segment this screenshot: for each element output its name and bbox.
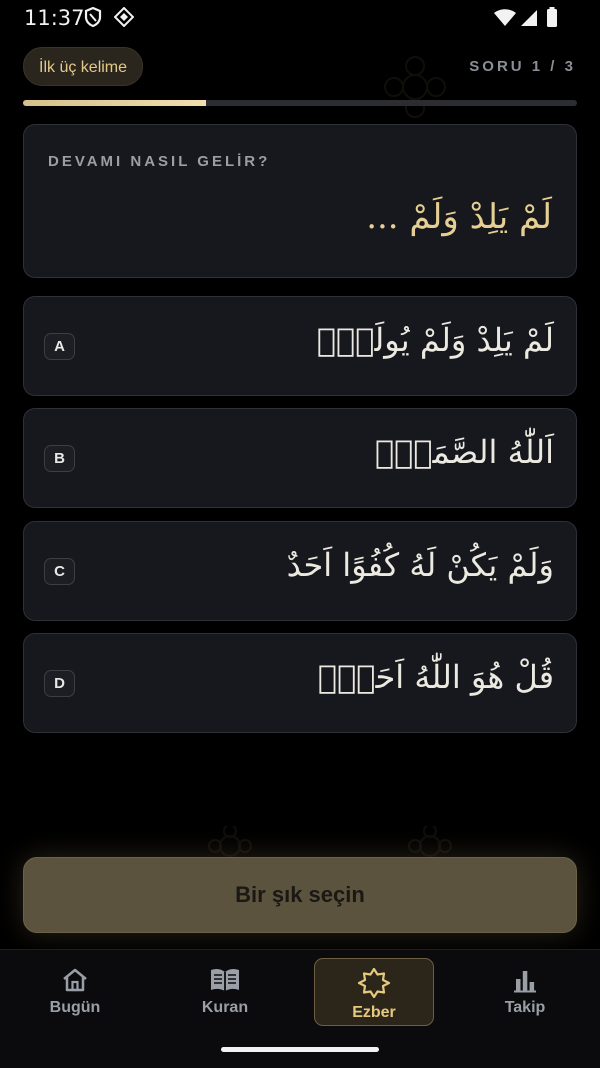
- option-letter: D: [44, 670, 75, 697]
- progress-bar-fill: [23, 100, 206, 106]
- option-arabic: لَمْ يَلِدْ وَلَمْ يُولَدْۙ: [316, 321, 554, 359]
- option-letter: B: [44, 445, 75, 472]
- mode-chip[interactable]: İlk üç kelime: [23, 47, 144, 86]
- option-letter: A: [44, 333, 75, 360]
- signal-icon: [521, 10, 537, 26]
- nav-label: Bugün: [49, 999, 101, 1016]
- decorative-pattern: [384, 56, 446, 118]
- shield-icon: [84, 7, 102, 27]
- question-label: DEVAMI NASIL GELİR?: [48, 153, 271, 170]
- question-counter: SORU 1 / 3: [469, 58, 576, 75]
- question-card: DEVAMI NASIL GELİR? لَمْ يَلِدْ وَلَمْ .…: [23, 124, 577, 278]
- wifi-icon: [494, 9, 516, 26]
- nav-label: Ezber: [352, 1004, 396, 1021]
- option-d[interactable]: D قُلْ هُوَ اللّٰهُ اَحَدٌۚ: [23, 633, 577, 733]
- book-icon: [211, 968, 239, 991]
- home-indicator[interactable]: [221, 1047, 379, 1052]
- nav-item-bugun[interactable]: Bugün: [15, 958, 135, 1026]
- option-arabic: وَلَمْ يَكُنْ لَهُ كُفُوًا اَحَدٌ: [286, 546, 554, 584]
- option-arabic: اَللّٰهُ الصَّمَدُۚ: [374, 433, 554, 471]
- nav-item-takip[interactable]: Takip: [465, 958, 585, 1026]
- select-option-button[interactable]: Bir şık seçin: [23, 857, 577, 933]
- star-icon: [357, 968, 391, 998]
- progress-bar: [23, 100, 577, 106]
- diamond-icon: [114, 7, 134, 27]
- status-bar: 11:37: [0, 0, 600, 36]
- battery-icon: [547, 7, 557, 27]
- home-icon: [63, 968, 87, 992]
- nav-item-ezber[interactable]: Ezber: [314, 958, 434, 1026]
- bar-chart-icon: [514, 971, 536, 993]
- option-letter: C: [44, 558, 75, 585]
- nav-label: Kuran: [201, 999, 249, 1016]
- option-a[interactable]: A لَمْ يَلِدْ وَلَمْ يُولَدْۙ: [23, 296, 577, 396]
- question-arabic: لَمْ يَلِدْ وَلَمْ ...: [366, 197, 552, 237]
- status-time: 11:37: [24, 6, 85, 30]
- option-b[interactable]: B اَللّٰهُ الصَّمَدُۚ: [23, 408, 577, 508]
- nav-item-kuran[interactable]: Kuran: [165, 958, 285, 1026]
- option-c[interactable]: C وَلَمْ يَكُنْ لَهُ كُفُوًا اَحَدٌ: [23, 521, 577, 621]
- nav-label: Takip: [504, 999, 546, 1016]
- option-arabic: قُلْ هُوَ اللّٰهُ اَحَدٌۚ: [317, 658, 554, 696]
